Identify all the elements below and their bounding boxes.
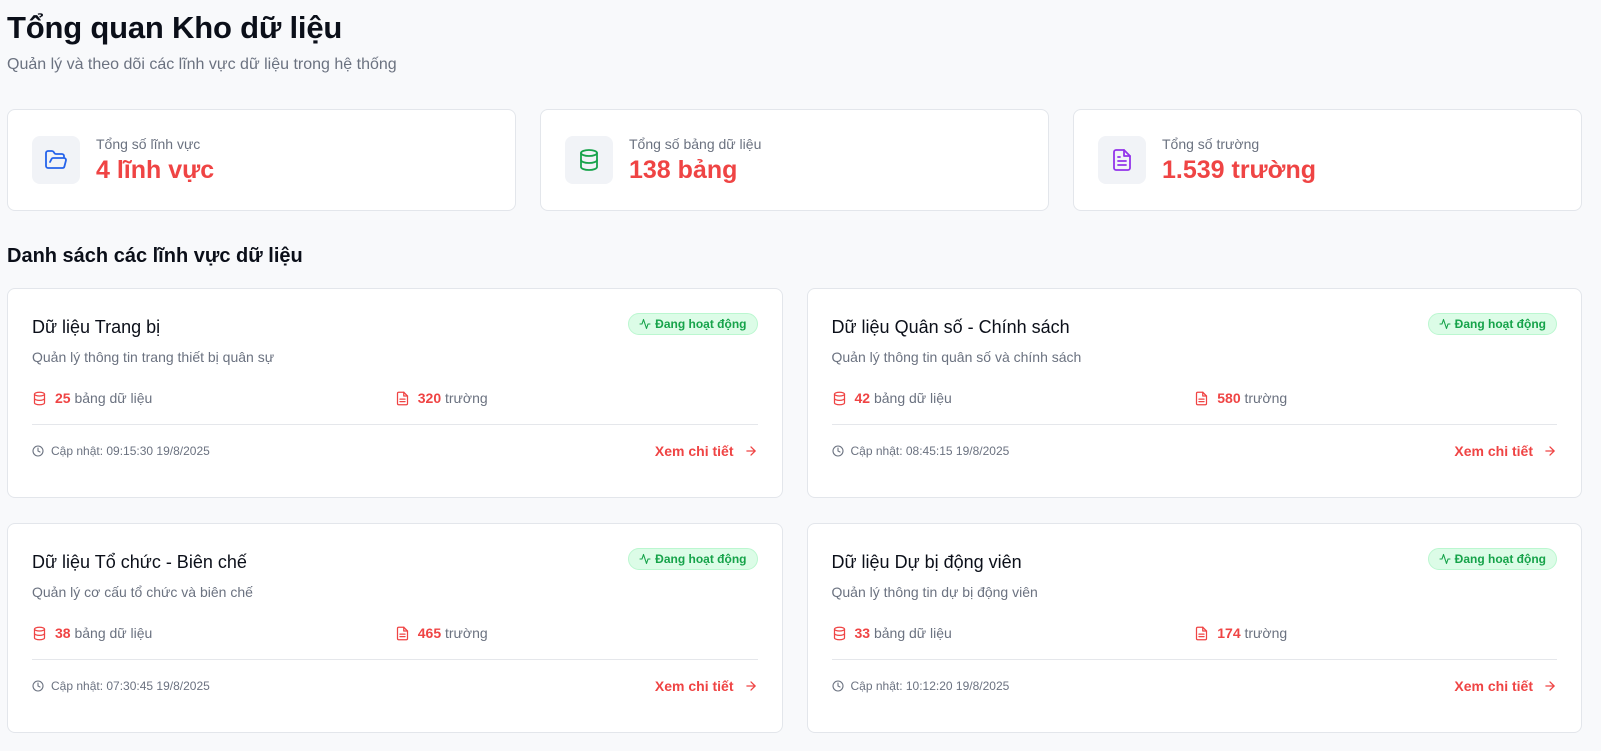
status-text: Đang hoạt động [655, 552, 747, 566]
metric-fields: 320 trường [395, 390, 758, 406]
updated-text: Cập nhật: 10:12:20 19/8/2025 [850, 679, 1010, 693]
clock-icon [32, 680, 44, 692]
view-detail-link[interactable]: Xem chi tiết [655, 678, 758, 694]
folder-open-icon [32, 136, 80, 184]
fields-label: trường [1244, 390, 1288, 406]
stat-label: Tổng số lĩnh vực [96, 135, 201, 152]
fields-count: 320 [417, 390, 442, 406]
view-detail-link[interactable]: Xem chi tiết [655, 443, 758, 459]
domain-grid: Dữ liệu Trang bị Đang hoạt động Quản lý … [7, 288, 1582, 733]
stat-label: Tổng số bảng dữ liệu [629, 135, 762, 152]
page-title: Tổng quan Kho dữ liệu [7, 10, 343, 45]
fields-label: trường [445, 625, 488, 641]
metric-fields: 580 trường [1194, 390, 1557, 406]
view-detail-label: Xem chi tiết [1454, 443, 1533, 459]
tables-count: 38 [55, 625, 71, 641]
tables-label: bảng dữ liệu [74, 625, 153, 641]
stat-value: 4 lĩnh vực [96, 155, 215, 184]
activity-icon [639, 553, 651, 565]
domain-description: Quản lý thông tin dự bị động viên [831, 584, 1038, 600]
database-icon [33, 391, 46, 405]
domain-card: Dữ liệu Trang bị Đang hoạt động Quản lý … [7, 288, 783, 498]
status-badge: Đang hoạt động [628, 313, 758, 335]
updated-text: Cập nhật: 09:15:30 19/8/2025 [51, 444, 210, 458]
metric-tables: 25 bảng dữ liệu [32, 390, 395, 406]
updated-text: Cập nhật: 07:30:45 19/8/2025 [51, 679, 210, 693]
database-icon [833, 626, 845, 640]
file-text-icon [1098, 136, 1146, 184]
fields-count: 580 [1217, 390, 1241, 406]
stat-card-domains: Tổng số lĩnh vực 4 lĩnh vực [7, 109, 516, 211]
file-text-icon [396, 391, 408, 405]
status-badge: Đang hoạt động [628, 548, 758, 570]
stat-value: 1.539 trường [1162, 155, 1316, 184]
updated-time: Cập nhật: 07:30:45 19/8/2025 [32, 679, 210, 693]
activity-icon [639, 318, 651, 330]
domain-description: Quản lý cơ cấu tổ chức và biên chế [32, 584, 253, 600]
fields-label: trường [1244, 625, 1288, 641]
domain-title: Dữ liệu Trang bị [32, 317, 161, 337]
view-detail-label: Xem chi tiết [654, 678, 734, 694]
file-text-icon [396, 626, 408, 640]
arrow-right-icon [1545, 681, 1555, 691]
database-icon [833, 391, 845, 405]
stat-label: Tổng số trường [1162, 135, 1260, 152]
domain-card: Dữ liệu Quân số - Chính sách Đang hoạt đ… [806, 288, 1582, 498]
updated-time: Cập nhật: 08:45:15 19/8/2025 [831, 444, 1010, 458]
tables-count: 33 [854, 625, 871, 641]
tables-label: bảng dữ liệu [873, 390, 952, 406]
arrow-right-icon [1545, 446, 1555, 456]
fields-count: 465 [417, 625, 442, 641]
fields-label: trường [445, 390, 488, 406]
status-badge: Đang hoạt động [1427, 313, 1557, 335]
metric-tables: 38 bảng dữ liệu [32, 625, 395, 641]
clock-icon [831, 680, 844, 692]
view-detail-label: Xem chi tiết [1454, 678, 1533, 694]
clock-icon [831, 445, 844, 457]
view-detail-link[interactable]: Xem chi tiết [1454, 678, 1557, 694]
metric-fields: 465 trường [395, 625, 758, 641]
updated-time: Cập nhật: 09:15:30 19/8/2025 [32, 444, 210, 458]
arrow-right-icon [745, 681, 756, 691]
arrow-right-icon [745, 446, 756, 456]
domain-card: Dữ liệu Dự bị động viên Đang hoạt động Q… [806, 523, 1582, 733]
tables-count: 25 [55, 390, 71, 406]
status-text: Đang hoạt động [655, 317, 747, 331]
database-icon [565, 136, 613, 184]
domain-card: Dữ liệu Tổ chức - Biên chế Đang hoạt độn… [7, 523, 783, 733]
metric-fields: 174 trường [1194, 625, 1557, 641]
clock-icon [32, 445, 44, 457]
file-text-icon [1196, 626, 1208, 640]
page-subtitle: Quản lý và theo dõi các lĩnh vực dữ liệu… [7, 56, 397, 73]
stat-card-tables: Tổng số bảng dữ liệu 138 bảng [540, 109, 1049, 211]
tables-label: bảng dữ liệu [873, 625, 952, 641]
view-detail-label: Xem chi tiết [654, 443, 734, 459]
updated-time: Cập nhật: 10:12:20 19/8/2025 [831, 679, 1010, 693]
file-text-icon [1196, 391, 1208, 405]
tables-label: bảng dữ liệu [74, 390, 153, 406]
activity-icon [1439, 318, 1451, 330]
domain-title: Dữ liệu Tổ chức - Biên chế [32, 552, 247, 572]
metric-tables: 33 bảng dữ liệu [832, 625, 1195, 641]
domain-title: Dữ liệu Quân số - Chính sách [831, 317, 1070, 337]
domain-title: Dữ liệu Dự bị động viên [831, 552, 1022, 572]
status-badge: Đang hoạt động [1427, 548, 1557, 570]
stat-value: 138 bảng [629, 155, 738, 184]
tables-count: 42 [854, 390, 871, 406]
fields-count: 174 [1217, 625, 1241, 641]
stat-card-fields: Tổng số trường 1.539 trường [1073, 109, 1582, 211]
domain-description: Quản lý thông tin trang thiết bị quân sự [32, 349, 275, 365]
database-icon [33, 626, 46, 640]
stats-row: Tổng số lĩnh vực 4 lĩnh vực Tổng số bảng… [7, 109, 1582, 211]
section-title: Danh sách các lĩnh vực dữ liệu [7, 245, 303, 267]
status-text: Đang hoạt động [1454, 552, 1546, 566]
updated-text: Cập nhật: 08:45:15 19/8/2025 [850, 444, 1010, 458]
activity-icon [1439, 553, 1451, 565]
metric-tables: 42 bảng dữ liệu [832, 390, 1195, 406]
view-detail-link[interactable]: Xem chi tiết [1454, 443, 1557, 459]
domain-description: Quản lý thông tin quân số và chính sách [831, 349, 1082, 365]
status-text: Đang hoạt động [1454, 317, 1546, 331]
